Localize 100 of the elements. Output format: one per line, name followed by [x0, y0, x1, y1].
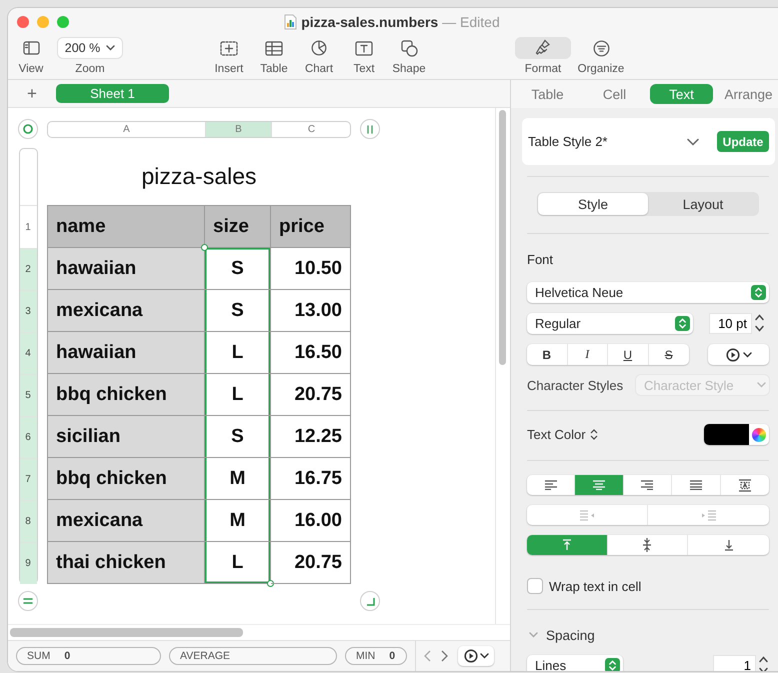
- previous-button[interactable]: [424, 650, 431, 662]
- disclosure-button[interactable]: [529, 632, 538, 638]
- table-cell: 16.00: [271, 500, 351, 542]
- underline-button[interactable]: U: [608, 344, 648, 365]
- row-number[interactable]: 9: [20, 542, 36, 584]
- zoom-dropdown[interactable]: 200 %: [57, 37, 123, 59]
- table-cell: hawaiian: [47, 248, 205, 290]
- row-number[interactable]: 5: [20, 374, 36, 416]
- table-cell: 20.75: [271, 374, 351, 416]
- filter-icon: [592, 40, 610, 56]
- font-dropdown[interactable]: Helvetica Neue: [527, 282, 769, 303]
- table-cell: L: [205, 332, 271, 374]
- table-cell: 13.00: [271, 290, 351, 332]
- row-number[interactable]: 4: [20, 332, 36, 374]
- paintbrush-icon: [535, 39, 551, 57]
- summary-pill[interactable]: AVERAGE: [169, 647, 337, 665]
- table-cell: 20.75: [271, 542, 351, 584]
- table-cell: size: [205, 205, 271, 248]
- table-cell: hawaiian: [47, 332, 205, 374]
- top-align-button[interactable]: [527, 535, 608, 555]
- center-align-button[interactable]: [575, 475, 624, 495]
- spacing-field[interactable]: 1: [713, 655, 756, 671]
- bold-button[interactable]: B: [527, 344, 568, 365]
- stepper-icon: [758, 654, 769, 671]
- auto-align-icon: [738, 478, 752, 492]
- row-number[interactable]: 6: [20, 416, 36, 458]
- play-circle-icon: [726, 348, 740, 362]
- italic-button[interactable]: I: [568, 344, 608, 365]
- checkbox[interactable]: [527, 578, 543, 594]
- scrollbar-thumb[interactable]: [10, 628, 243, 637]
- align-center-icon: [592, 480, 606, 490]
- typeface-dropdown[interactable]: Regular: [527, 312, 693, 334]
- summary-pill[interactable]: SUM 0: [16, 647, 161, 665]
- strike-button[interactable]: S: [648, 344, 689, 365]
- inspector-tab[interactable]: Table: [516, 84, 579, 104]
- resize-table-handle[interactable]: [360, 591, 380, 611]
- summary-pill[interactable]: MIN 0: [345, 647, 407, 665]
- sidebar-icon: [22, 41, 40, 55]
- scrollbar-thumb[interactable]: [499, 110, 506, 365]
- table-tool-button[interactable]: Table: [254, 36, 294, 79]
- line-spacing-dropdown[interactable]: Lines: [527, 655, 623, 671]
- table-icon: [265, 40, 283, 56]
- stepper-icon: [675, 316, 690, 330]
- color-well[interactable]: [704, 424, 769, 445]
- style-menu-button[interactable]: [687, 138, 699, 146]
- table-cell: 16.75: [271, 458, 351, 500]
- column-header[interactable]: C: [272, 122, 350, 136]
- corner-icon: [366, 596, 374, 606]
- add-row-handle[interactable]: [18, 591, 38, 611]
- justify-icon: [688, 480, 703, 490]
- circle-icon: [23, 124, 33, 134]
- stepper-icon: [754, 312, 765, 334]
- inspector-tab[interactable]: Cell: [583, 84, 646, 104]
- chevron-left-icon: [424, 650, 431, 662]
- segment-button[interactable]: Layout: [648, 193, 758, 215]
- shapes-icon: [400, 40, 418, 56]
- add-column-handle[interactable]: [360, 119, 380, 139]
- zoom-button[interactable]: [57, 16, 69, 28]
- row-number[interactable]: 8: [20, 500, 36, 542]
- align-left-icon: [544, 480, 558, 490]
- chevron-down-icon: [742, 352, 752, 358]
- table-cell: 12.25: [271, 416, 351, 458]
- insert-icon: [220, 40, 238, 56]
- insert-tool-button[interactable]: Insert: [209, 36, 249, 79]
- table-cell: M: [205, 500, 271, 542]
- font-size-field[interactable]: 10 pt: [709, 312, 752, 334]
- row-number[interactable]: 7: [20, 458, 36, 500]
- shape-tool-button[interactable]: Shape: [389, 36, 429, 79]
- format-options-button[interactable]: [458, 646, 494, 666]
- row-number[interactable]: 2: [20, 248, 36, 290]
- chevron-down-icon: [529, 632, 538, 638]
- table-title: pizza-sales: [141, 163, 257, 190]
- add-sheet-button[interactable]: +: [24, 84, 40, 104]
- table-cell: bbq chicken: [47, 458, 205, 500]
- next-button[interactable]: [441, 650, 448, 662]
- organize-tool-button[interactable]: Organize: [573, 36, 629, 79]
- stepper-icon: [751, 285, 766, 300]
- selection-handle[interactable]: [201, 244, 208, 251]
- view-tool-button[interactable]: View: [16, 36, 46, 79]
- chart-tool-button[interactable]: Chart: [299, 36, 339, 79]
- table-cell: S: [205, 290, 271, 332]
- table-cell: name: [47, 205, 205, 248]
- table-cell: bbq chicken: [47, 374, 205, 416]
- selection-handle[interactable]: [267, 580, 274, 587]
- equals-icon: [23, 597, 33, 605]
- color-wheel-icon: [752, 428, 766, 442]
- play-circle-icon: [464, 649, 478, 663]
- close-button[interactable]: [17, 16, 29, 28]
- segment-button[interactable]: Style: [538, 193, 648, 215]
- row-number[interactable]: 3: [20, 290, 36, 332]
- inspector-tab[interactable]: Arrange: [717, 84, 778, 104]
- text-tool-button[interactable]: Text: [344, 36, 384, 79]
- section-label: Spacing: [546, 628, 595, 642]
- text-options-button[interactable]: [708, 344, 769, 365]
- table-cell: 10.50: [271, 248, 351, 290]
- select-table-handle[interactable]: [18, 119, 38, 139]
- table-cell: S: [205, 248, 271, 290]
- table-cell: 16.50: [271, 332, 351, 374]
- chevron-down-icon: [687, 138, 699, 146]
- align-bottom-icon: [724, 539, 734, 551]
